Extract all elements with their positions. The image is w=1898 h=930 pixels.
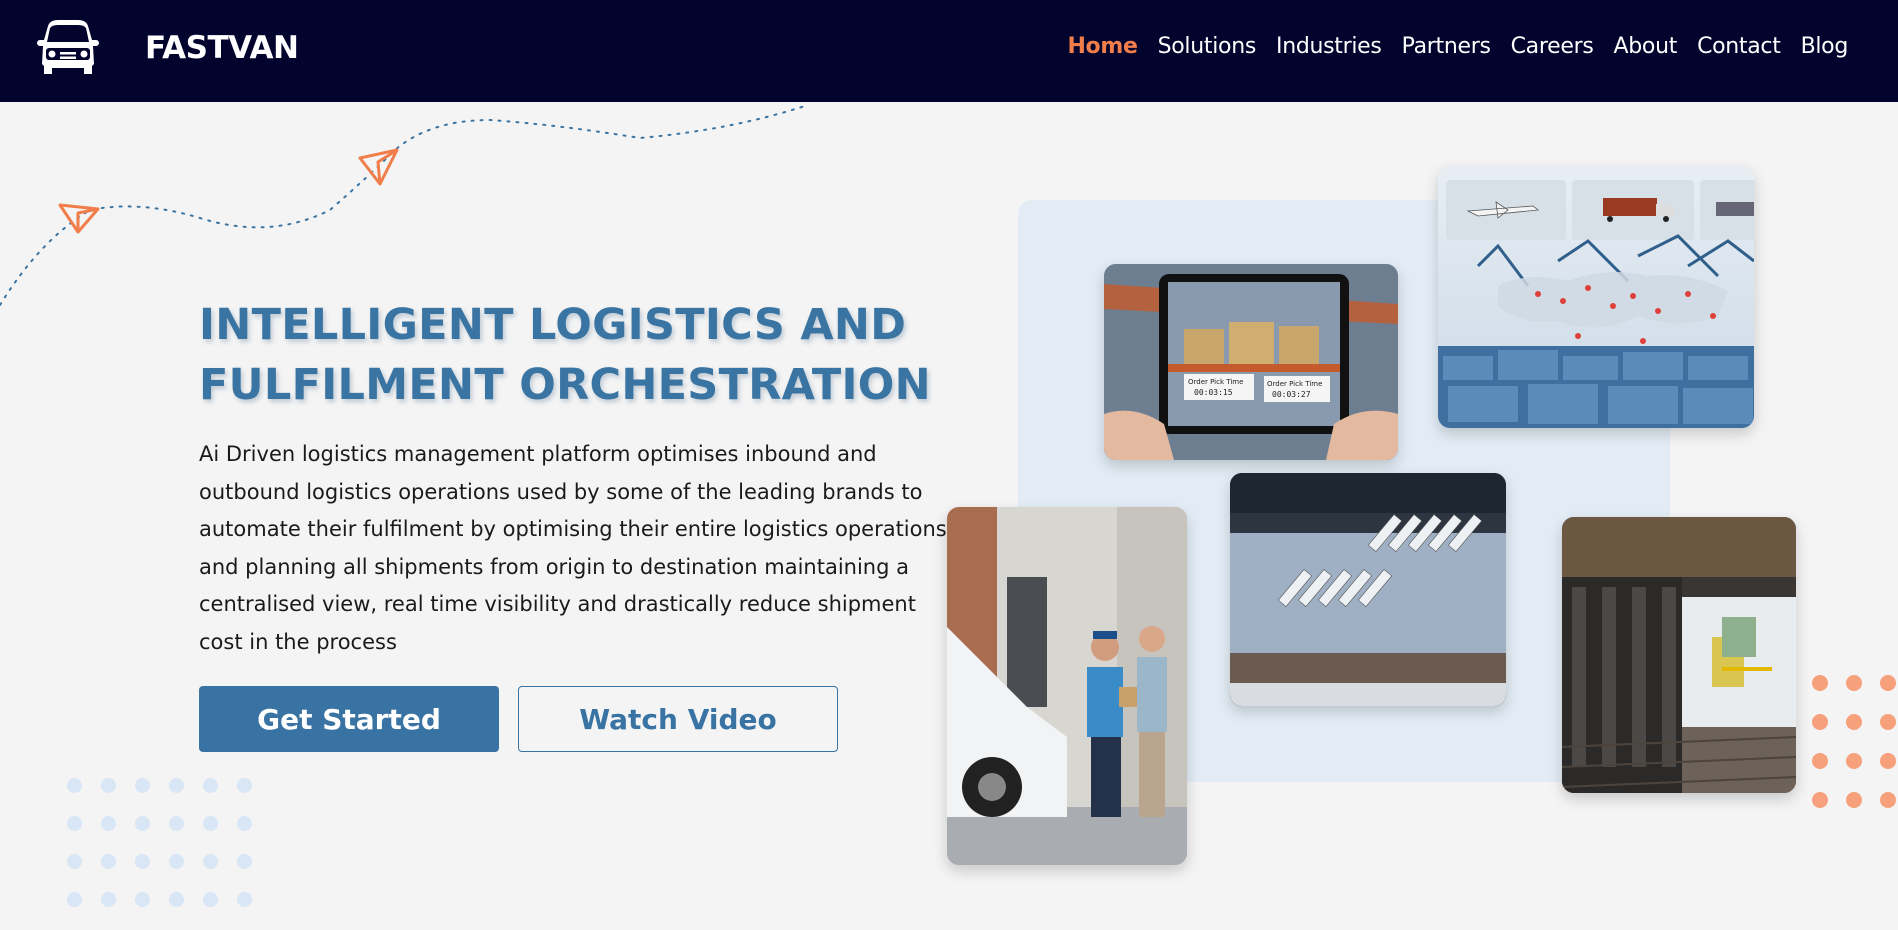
nav-blog[interactable]: Blog [1801, 34, 1849, 59]
paper-plane-icon [58, 203, 100, 234]
decor-dot [135, 892, 150, 907]
decor-dot [1880, 792, 1896, 808]
decor-dot [1880, 675, 1896, 691]
nav-contact[interactable]: Contact [1697, 34, 1781, 59]
warehouse-tablet-image: Order Pick Time 00:03:15 Order Pick Time… [1104, 264, 1398, 460]
nav-solutions[interactable]: Solutions [1158, 34, 1257, 59]
main-nav: Home Solutions Industries Partners Caree… [1047, 34, 1848, 59]
decor-dot [237, 854, 252, 869]
decor-dot [1846, 714, 1862, 730]
tablet-label-2: Order Pick Time [1267, 380, 1322, 388]
nav-industries[interactable]: Industries [1276, 34, 1382, 59]
decor-dot [203, 816, 218, 831]
decor-dot [1812, 675, 1828, 691]
decor-dot [101, 816, 116, 831]
decor-dot [135, 854, 150, 869]
nav-about[interactable]: About [1614, 34, 1678, 59]
decor-dot [67, 778, 82, 793]
nav-careers[interactable]: Careers [1511, 34, 1594, 59]
port-world-map-image [1438, 166, 1754, 428]
decor-dot [169, 778, 184, 793]
brand-name[interactable]: FASTVAN [145, 30, 299, 66]
decor-dot [1880, 714, 1896, 730]
get-started-button[interactable]: Get Started [199, 686, 499, 752]
decor-dot [101, 778, 116, 793]
watch-video-button[interactable]: Watch Video [518, 686, 838, 752]
hero-title-line-1: INTELLIGENT LOGISTICS AND [199, 300, 907, 350]
decor-dot [237, 892, 252, 907]
decor-dot [101, 854, 116, 869]
site-header: FASTVAN Home Solutions Industries Partne… [0, 0, 1898, 102]
decor-dot [169, 816, 184, 831]
decor-dot [1846, 792, 1862, 808]
tablet-label-1: Order Pick Time [1188, 378, 1243, 386]
decor-dot [1846, 675, 1862, 691]
warehouse-forklift-image [1562, 517, 1796, 793]
tablet-time-1: 00:03:15 [1194, 388, 1233, 397]
decor-dot [203, 778, 218, 793]
courier-delivery-image [947, 507, 1187, 865]
decor-dot [1846, 753, 1862, 769]
van-icon[interactable] [36, 18, 100, 78]
hero-description: Ai Driven logistics management platform … [199, 442, 947, 654]
decor-dot [169, 892, 184, 907]
flight-path-decoration [0, 105, 806, 306]
tablet-time-2: 00:03:27 [1272, 390, 1311, 399]
decor-dot [101, 892, 116, 907]
decor-dot [135, 816, 150, 831]
decor-dot [237, 778, 252, 793]
decor-dot [237, 816, 252, 831]
decor-dot [203, 892, 218, 907]
decor-dot [135, 778, 150, 793]
decor-dot [1880, 753, 1896, 769]
decor-dot [1812, 792, 1828, 808]
decor-dot [169, 854, 184, 869]
hero-title-line-2: FULFILMENT ORCHESTRATION [199, 360, 931, 410]
decor-dot [1812, 753, 1828, 769]
decor-dot [67, 816, 82, 831]
decor-dot [203, 854, 218, 869]
decor-dot [1812, 714, 1828, 730]
aerial-trucks-image [1230, 473, 1506, 706]
decor-dot [67, 854, 82, 869]
nav-home[interactable]: Home [1067, 34, 1137, 59]
hero-title: INTELLIGENT LOGISTICS AND FULFILMENT ORC… [199, 295, 959, 415]
decor-dot [67, 892, 82, 907]
nav-partners[interactable]: Partners [1402, 34, 1491, 59]
